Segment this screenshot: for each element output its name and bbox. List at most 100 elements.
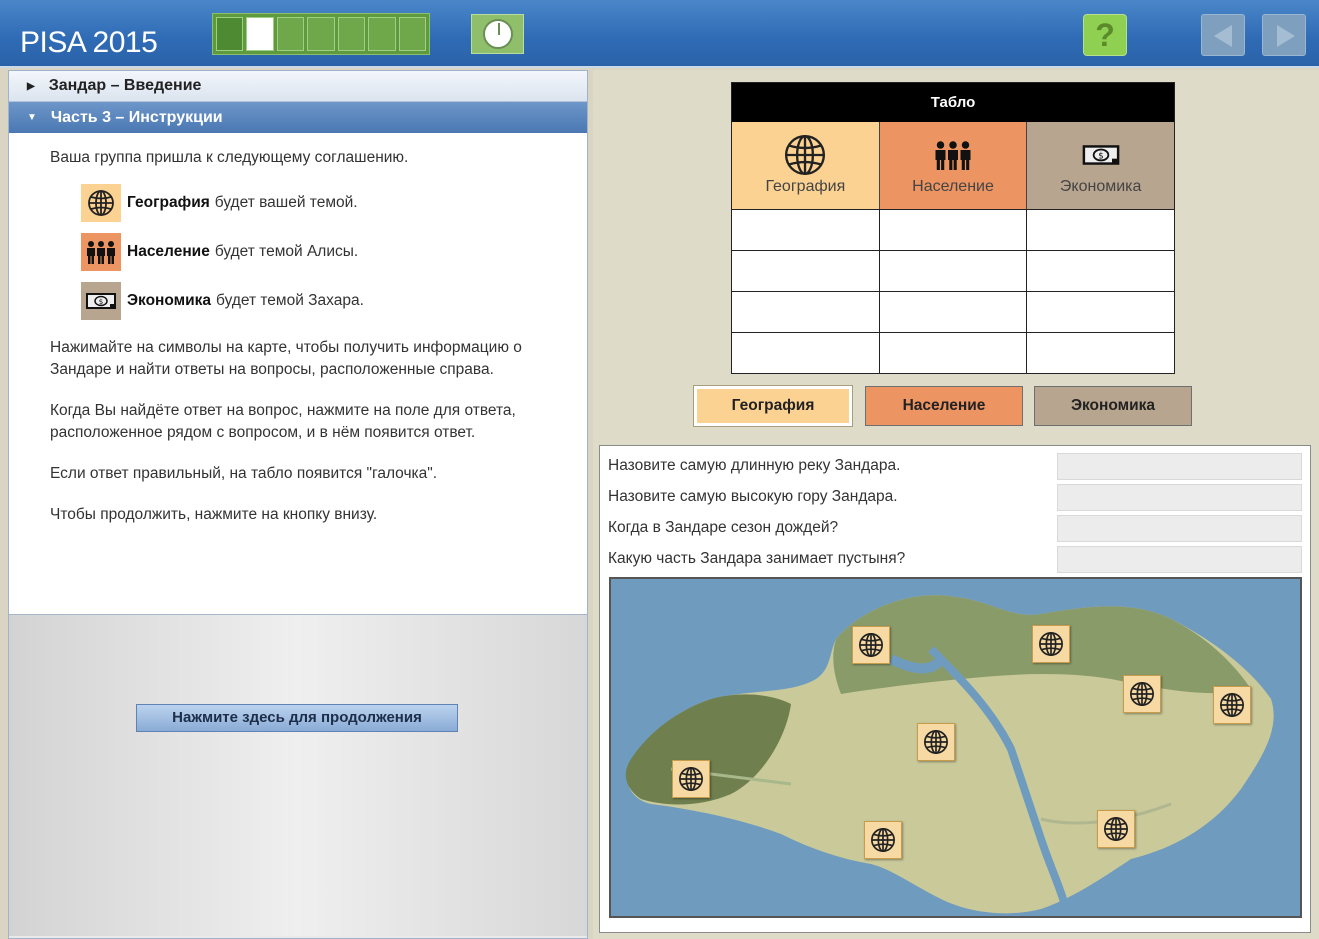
instructions-panel: ▶ Зандар – Введение ▼ Часть 3 – Инструкц… xyxy=(8,70,588,939)
progress-step xyxy=(276,17,305,51)
scoreboard-col-geography: География xyxy=(732,122,880,209)
people-icon xyxy=(933,135,973,175)
globe-icon xyxy=(81,184,121,222)
globe-icon xyxy=(783,134,827,176)
scoreboard-cell xyxy=(880,210,1028,250)
question-text: Когда в Зандаре сезон дождей? xyxy=(608,519,839,536)
previous-button[interactable] xyxy=(1201,14,1245,56)
assignment-geography: География будет вашей темой. xyxy=(81,183,547,223)
scoreboard-row xyxy=(732,209,1174,250)
question-text: Назовите самую длинную реку Зандара. xyxy=(608,457,901,474)
tab-population[interactable]: Население xyxy=(865,386,1023,426)
svg-text:$: $ xyxy=(1098,152,1103,162)
accordion-intro[interactable]: ▶ Зандар – Введение xyxy=(9,71,587,102)
continue-area: Нажмите здесь для продолжения xyxy=(9,615,587,936)
map-marker-globe-icon[interactable] xyxy=(1032,625,1070,663)
scoreboard-cell xyxy=(880,292,1028,332)
instruction-paragraph: Если ответ правильный, на табло появится… xyxy=(50,465,438,482)
instructions-text: Ваша группа пришла к следующему соглашен… xyxy=(9,133,587,615)
next-button[interactable] xyxy=(1262,14,1306,56)
scoreboard-col-label: География xyxy=(765,178,846,195)
answer-field[interactable] xyxy=(1057,515,1302,542)
map-marker-globe-icon[interactable] xyxy=(1097,810,1135,848)
map-marker-globe-icon[interactable] xyxy=(672,760,710,798)
scoreboard-cell xyxy=(1027,292,1174,332)
map-marker-globe-icon[interactable] xyxy=(852,626,890,664)
progress-step xyxy=(398,17,426,51)
scoreboard-cell xyxy=(880,251,1028,291)
scoreboard-cell xyxy=(732,333,880,373)
money-icon: $ xyxy=(1081,135,1121,175)
question-text: Назовите самую высокую гору Зандара. xyxy=(608,488,898,505)
svg-text:$: $ xyxy=(99,298,103,306)
task-panel: Табло География Население $ Экономика Ге… xyxy=(593,70,1319,939)
scoreboard-cell xyxy=(732,251,880,291)
assignment-topic: Экономика xyxy=(127,292,212,309)
question-row: Когда в Зандаре сезон дождей? xyxy=(600,512,1312,543)
scoreboard-cell xyxy=(1027,251,1174,291)
scoreboard: Табло География Население $ Экономика xyxy=(731,82,1175,374)
map-marker-globe-icon[interactable] xyxy=(917,723,955,761)
answer-field[interactable] xyxy=(1057,484,1302,511)
zandar-map xyxy=(609,577,1302,918)
assignment-text: будет вашей темой. xyxy=(214,194,358,211)
progress-step xyxy=(216,17,244,51)
topic-tabs: География Население Экономика xyxy=(593,385,1319,428)
instruction-paragraph: Нажимайте на символы на карте, чтобы пол… xyxy=(50,339,522,378)
progress-step-current xyxy=(246,17,274,51)
progress-step xyxy=(307,17,335,51)
scoreboard-col-label: Экономика xyxy=(1059,178,1142,195)
questions-box: Назовите самую длинную реку Зандара. Наз… xyxy=(599,445,1311,933)
tab-economy[interactable]: Экономика xyxy=(1034,386,1192,426)
scoreboard-title: Табло xyxy=(732,83,1174,122)
chevron-down-icon: ▼ xyxy=(27,112,37,123)
question-text: Какую часть Зандара занимает пустыня? xyxy=(608,550,906,567)
scoreboard-cell xyxy=(1027,210,1174,250)
instruction-paragraph: Когда Вы найдёте ответ на вопрос, нажмит… xyxy=(50,402,516,441)
answer-field[interactable] xyxy=(1057,453,1302,480)
people-icon xyxy=(81,233,121,271)
accordion-part3-label: Часть 3 – Инструкции xyxy=(50,108,223,126)
tab-geography[interactable]: География xyxy=(693,385,853,427)
accordion-intro-label: Зандар – Введение xyxy=(48,77,202,94)
timer-button[interactable] xyxy=(471,14,524,54)
scoreboard-col-label: Население xyxy=(912,178,994,195)
intro-text: Ваша группа пришла к следующему соглашен… xyxy=(50,149,409,166)
scoreboard-cell xyxy=(732,210,880,250)
scoreboard-col-economy: $ Экономика xyxy=(1027,122,1175,209)
assignment-text: будет темой Захара. xyxy=(216,292,364,309)
question-row: Какую часть Зандара занимает пустыня? xyxy=(600,543,1312,574)
question-row: Назовите самую длинную реку Зандара. xyxy=(600,450,1312,481)
chevron-right-icon: ▶ xyxy=(27,80,35,92)
instruction-paragraph: Чтобы продолжить, нажмите на кнопку вниз… xyxy=(50,506,378,523)
question-mark-icon: ? xyxy=(1095,17,1115,53)
assignment-population: Население будет темой Алисы. xyxy=(81,232,547,272)
assignment-topic: География xyxy=(127,194,210,211)
scoreboard-cell xyxy=(1027,333,1174,373)
scoreboard-row xyxy=(732,332,1174,373)
progress-step xyxy=(337,17,366,51)
accordion-part3[interactable]: ▼ Часть 3 – Инструкции xyxy=(9,102,587,133)
app-title: PISA 2015 xyxy=(20,26,158,59)
scoreboard-cell xyxy=(880,333,1028,373)
answer-field[interactable] xyxy=(1057,546,1302,573)
top-bar: PISA 2015 ? xyxy=(0,0,1319,68)
progress-bar xyxy=(212,13,430,55)
question-row: Назовите самую высокую гору Зандара. xyxy=(600,481,1312,512)
continue-button[interactable]: Нажмите здесь для продолжения xyxy=(136,704,458,732)
help-button[interactable]: ? xyxy=(1083,14,1127,56)
assignment-topic: Население xyxy=(127,243,210,260)
map-marker-globe-icon[interactable] xyxy=(864,821,902,859)
map-marker-globe-icon[interactable] xyxy=(1213,686,1251,724)
arrow-left-icon xyxy=(1214,25,1232,47)
scoreboard-cell xyxy=(732,292,880,332)
map-terrain xyxy=(611,579,1300,916)
money-icon: $ xyxy=(81,282,121,320)
scoreboard-col-population: Население xyxy=(879,122,1028,209)
scoreboard-row xyxy=(732,291,1174,332)
assignment-economy: $ Экономика будет темой Захара. xyxy=(81,281,547,321)
arrow-right-icon xyxy=(1277,25,1295,47)
scoreboard-row xyxy=(732,250,1174,291)
map-marker-globe-icon[interactable] xyxy=(1123,675,1161,713)
progress-step xyxy=(368,17,396,51)
